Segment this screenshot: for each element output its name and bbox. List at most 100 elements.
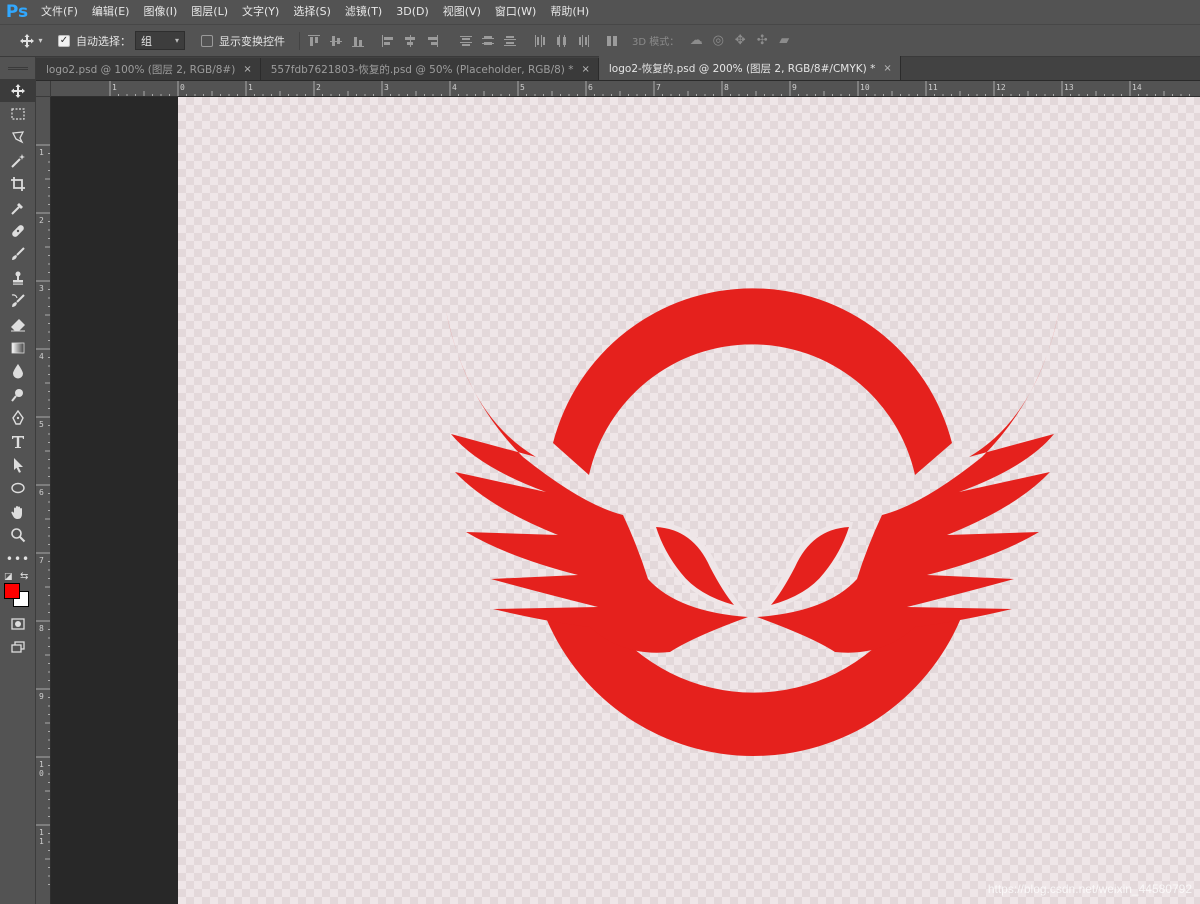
ruler-label: 12 xyxy=(996,83,1006,92)
menu-layer[interactable]: 图层(L) xyxy=(184,0,235,24)
dodge-tool-icon[interactable] xyxy=(0,383,36,406)
close-icon[interactable]: × xyxy=(243,64,251,75)
distribute-bottom-icon[interactable] xyxy=(502,33,518,49)
menu-bar: Ps 文件(F) 编辑(E) 图像(I) 图层(L) 文字(Y) 选择(S) 滤… xyxy=(0,0,1200,24)
foreground-color-swatch[interactable] xyxy=(4,583,20,600)
orbit-3d-icon[interactable]: ☁ xyxy=(685,33,707,48)
pen-tool-icon[interactable] xyxy=(0,406,36,429)
lasso-tool-icon[interactable] xyxy=(0,126,36,149)
distribute-top-icon[interactable] xyxy=(458,33,474,49)
ruler-label: 6 xyxy=(588,83,593,92)
show-transform-checkbox[interactable] xyxy=(201,34,213,47)
history-brush-tool-icon[interactable] xyxy=(0,290,36,313)
menu-3d[interactable]: 3D(D) xyxy=(389,0,436,24)
menu-image[interactable]: 图像(I) xyxy=(136,0,184,24)
align-bottom-icon[interactable] xyxy=(350,33,366,49)
menu-edit[interactable]: 编辑(E) xyxy=(85,0,137,24)
path-selection-tool-icon[interactable] xyxy=(0,453,36,476)
default-colors-icon[interactable]: ◪ xyxy=(4,572,13,582)
crop-tool-icon[interactable] xyxy=(0,173,36,196)
distribute-left-icon[interactable] xyxy=(532,33,548,49)
align-hcenter-icon[interactable] xyxy=(402,33,418,49)
toolbox-grip[interactable] xyxy=(0,57,35,79)
align-right-icon[interactable] xyxy=(424,33,440,49)
auto-select-label: 自动选择： xyxy=(76,34,131,48)
move-tool-icon[interactable] xyxy=(0,79,36,103)
menu-window[interactable]: 窗口(W) xyxy=(488,0,543,24)
align-vcenter-icon[interactable] xyxy=(328,33,344,49)
distribute-right-icon[interactable] xyxy=(576,33,592,49)
pasteboard[interactable]: https://blog.csdn.net/weixin_44580792 xyxy=(51,97,1200,904)
align-left-icon[interactable] xyxy=(380,33,396,49)
ruler-label: 14 xyxy=(1132,83,1142,92)
photoshop-logo: Ps xyxy=(5,2,29,22)
slide-3d-icon[interactable]: ✣ xyxy=(751,33,773,48)
menu-file[interactable]: 文件(F) xyxy=(34,0,85,24)
tab-557fdb[interactable]: 557fdb7621803-恢复的.psd @ 50% (Placeholder… xyxy=(260,58,599,80)
auto-align-icon[interactable] xyxy=(604,33,620,49)
auto-select-value: 组 xyxy=(141,34,152,48)
marquee-tool-icon[interactable] xyxy=(0,102,36,125)
logo-ring-top xyxy=(553,288,952,475)
ruler-label: 4 xyxy=(39,352,44,361)
ellipse-tool-icon[interactable] xyxy=(0,477,36,500)
divider xyxy=(299,31,300,50)
ruler-origin[interactable] xyxy=(36,81,51,97)
video-camera-icon[interactable]: ▰ xyxy=(773,33,795,48)
ruler-label: 0 xyxy=(180,83,185,92)
menu-view[interactable]: 视图(V) xyxy=(436,0,488,24)
ruler-label: 3 xyxy=(384,83,389,92)
ruler-ticks: 1 0 1 2 3 4 5 6 7 8 9 10 11 12 13 14 xyxy=(109,81,1190,96)
ruler-label: 0 xyxy=(39,769,44,778)
horizontal-ruler[interactable]: 1 0 1 2 3 4 5 6 7 8 9 10 11 12 13 14 xyxy=(51,81,1200,97)
menu-filter[interactable]: 滤镜(T) xyxy=(338,0,389,24)
screen-mode-icon[interactable] xyxy=(0,636,36,659)
ruler-label: 1 xyxy=(112,83,117,92)
tab-title: 557fdb7621803-恢复的.psd @ 50% (Placeholder… xyxy=(270,63,574,76)
menu-help[interactable]: 帮助(H) xyxy=(543,0,596,24)
blur-tool-icon[interactable] xyxy=(0,360,36,383)
chevron-down-icon: ▾ xyxy=(174,36,179,45)
move-tool-preset-icon[interactable]: ▾ xyxy=(14,33,48,49)
color-swatches: ◪ ⇆ xyxy=(0,570,35,608)
quick-mask-icon[interactable] xyxy=(0,612,36,635)
ruler-label: 2 xyxy=(316,83,321,92)
eyedropper-tool-icon[interactable] xyxy=(0,196,36,219)
align-top-icon[interactable] xyxy=(306,33,322,49)
clone-stamp-tool-icon[interactable] xyxy=(0,266,36,289)
pan-3d-icon[interactable]: ✥ xyxy=(729,33,751,48)
brush-tool-icon[interactable] xyxy=(0,243,36,266)
zoom-tool-icon[interactable] xyxy=(0,523,36,546)
roll-3d-icon[interactable]: ◎ xyxy=(707,33,729,48)
gradient-tool-icon[interactable] xyxy=(0,336,36,359)
mode-3d-label: 3D 模式： xyxy=(632,37,680,48)
ruler-label: 1 xyxy=(39,828,44,837)
document-tabs: logo2.psd @ 100% (图层 2, RGB/8#) × 557fdb… xyxy=(36,56,1200,81)
ruler-label: 1 xyxy=(248,83,253,92)
auto-select-dropdown[interactable]: 组 ▾ xyxy=(135,31,185,50)
auto-select-checkbox[interactable]: ✓ xyxy=(58,34,70,47)
distribute-hcenter-icon[interactable] xyxy=(554,33,570,49)
hand-tool-icon[interactable] xyxy=(0,500,36,523)
menu-type[interactable]: 文字(Y) xyxy=(235,0,286,24)
vertical-ruler[interactable]: 1234567891011 xyxy=(36,97,51,904)
ruler-label: 10 xyxy=(860,83,870,92)
healing-brush-tool-icon[interactable] xyxy=(0,219,36,242)
distribute-vcenter-icon[interactable] xyxy=(480,33,496,49)
ruler-label: 9 xyxy=(39,692,44,701)
swap-colors-icon[interactable]: ⇆ xyxy=(20,571,28,582)
tab-title: logo2.psd @ 100% (图层 2, RGB/8#) xyxy=(46,63,236,76)
ruler-label: 1 xyxy=(39,148,44,157)
ruler-label: 8 xyxy=(724,83,729,92)
close-icon[interactable]: × xyxy=(883,63,891,74)
magic-wand-tool-icon[interactable] xyxy=(0,149,36,172)
type-tool-icon[interactable] xyxy=(0,430,36,453)
more-tools-icon[interactable]: ••• xyxy=(0,547,36,570)
document-canvas[interactable]: https://blog.csdn.net/weixin_44580792 xyxy=(178,97,1200,904)
ruler-label: 7 xyxy=(39,556,44,565)
close-icon[interactable]: × xyxy=(582,64,590,75)
tab-logo2-recovered[interactable]: logo2-恢复的.psd @ 200% (图层 2, RGB/8#/CMYK)… xyxy=(598,56,901,80)
eraser-tool-icon[interactable] xyxy=(0,313,36,336)
menu-select[interactable]: 选择(S) xyxy=(286,0,338,24)
tab-logo2[interactable]: logo2.psd @ 100% (图层 2, RGB/8#) × xyxy=(36,58,261,80)
